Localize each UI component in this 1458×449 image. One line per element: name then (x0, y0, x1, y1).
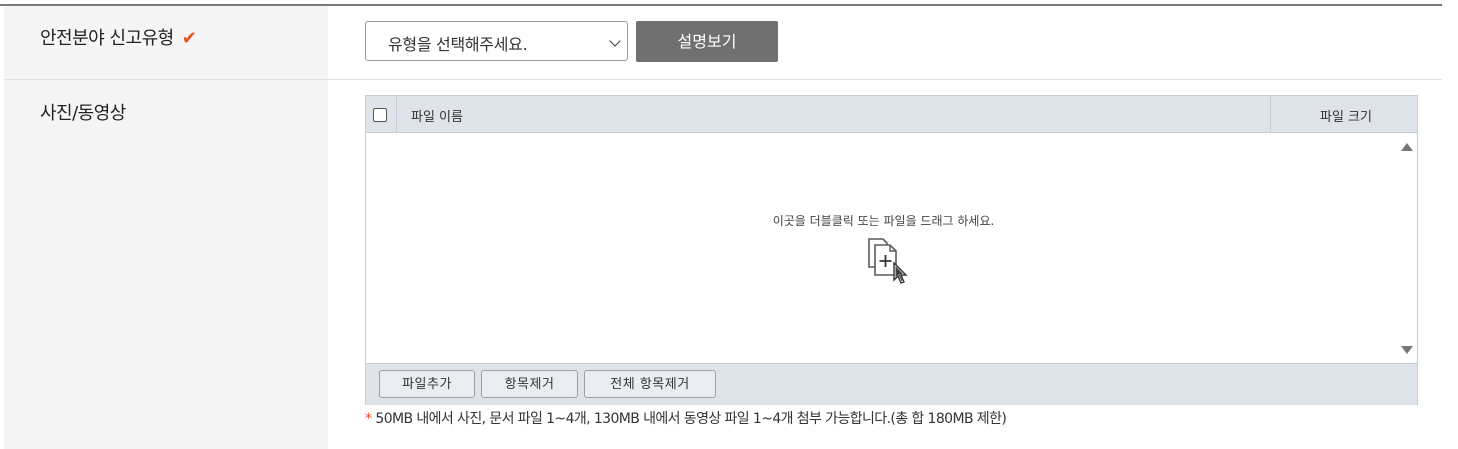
media-row: 사진/동영상 파일 이름 파일 크기 이곳을 더블클릭 또는 파일을 드래그 하… (4, 80, 1442, 449)
scroll-up-icon[interactable] (1401, 143, 1413, 151)
header-divider (396, 96, 397, 132)
uploader-toolbar: 파일추가 항목제거 전체 항목제거 (366, 363, 1417, 405)
note-text: 50MB 내에서 사진, 문서 파일 1~4개, 130MB 내에서 동영상 파… (375, 411, 1007, 427)
category-label-text: 안전분야 신고유형 (40, 28, 174, 49)
category-select[interactable]: 유형을 선택해주세요. (365, 21, 628, 61)
category-row: 안전분야 신고유형 ✔ 유형을 선택해주세요. 설명보기 (4, 6, 1442, 80)
select-all-checkbox[interactable] (373, 108, 387, 122)
file-add-cursor-icon (868, 238, 908, 284)
upload-limit-note: * 50MB 내에서 사진, 문서 파일 1~4개, 130MB 내에서 동영상 … (365, 408, 1007, 428)
column-file-name[interactable]: 파일 이름 (411, 106, 463, 125)
category-label-cell: 안전분야 신고유형 ✔ (4, 6, 328, 79)
category-label: 안전분야 신고유형 ✔ (40, 24, 197, 50)
chevron-down-icon (609, 35, 621, 47)
file-uploader: 파일 이름 파일 크기 이곳을 더블클릭 또는 파일을 드래그 하세요. 파일추… (365, 95, 1418, 405)
file-drop-area[interactable]: 이곳을 더블클릭 또는 파일을 드래그 하세요. (366, 133, 1417, 363)
scroll-down-icon[interactable] (1401, 346, 1413, 354)
media-label-cell: 사진/동영상 (4, 80, 328, 449)
add-file-button[interactable]: 파일추가 (379, 370, 475, 398)
media-label: 사진/동영상 (40, 103, 126, 124)
header-divider (1270, 96, 1271, 132)
remove-item-button[interactable]: 항목제거 (481, 370, 578, 398)
category-select-value: 유형을 선택해주세요. (388, 35, 528, 54)
check-icon: ✔ (181, 28, 197, 49)
file-list-header: 파일 이름 파일 크기 (366, 96, 1417, 133)
remove-all-button[interactable]: 전체 항목제거 (584, 370, 716, 398)
note-asterisk: * (365, 411, 372, 427)
description-button[interactable]: 설명보기 (636, 21, 778, 62)
drop-hint: 이곳을 더블클릭 또는 파일을 드래그 하세요. (772, 214, 995, 228)
column-file-size[interactable]: 파일 크기 (1320, 106, 1372, 125)
